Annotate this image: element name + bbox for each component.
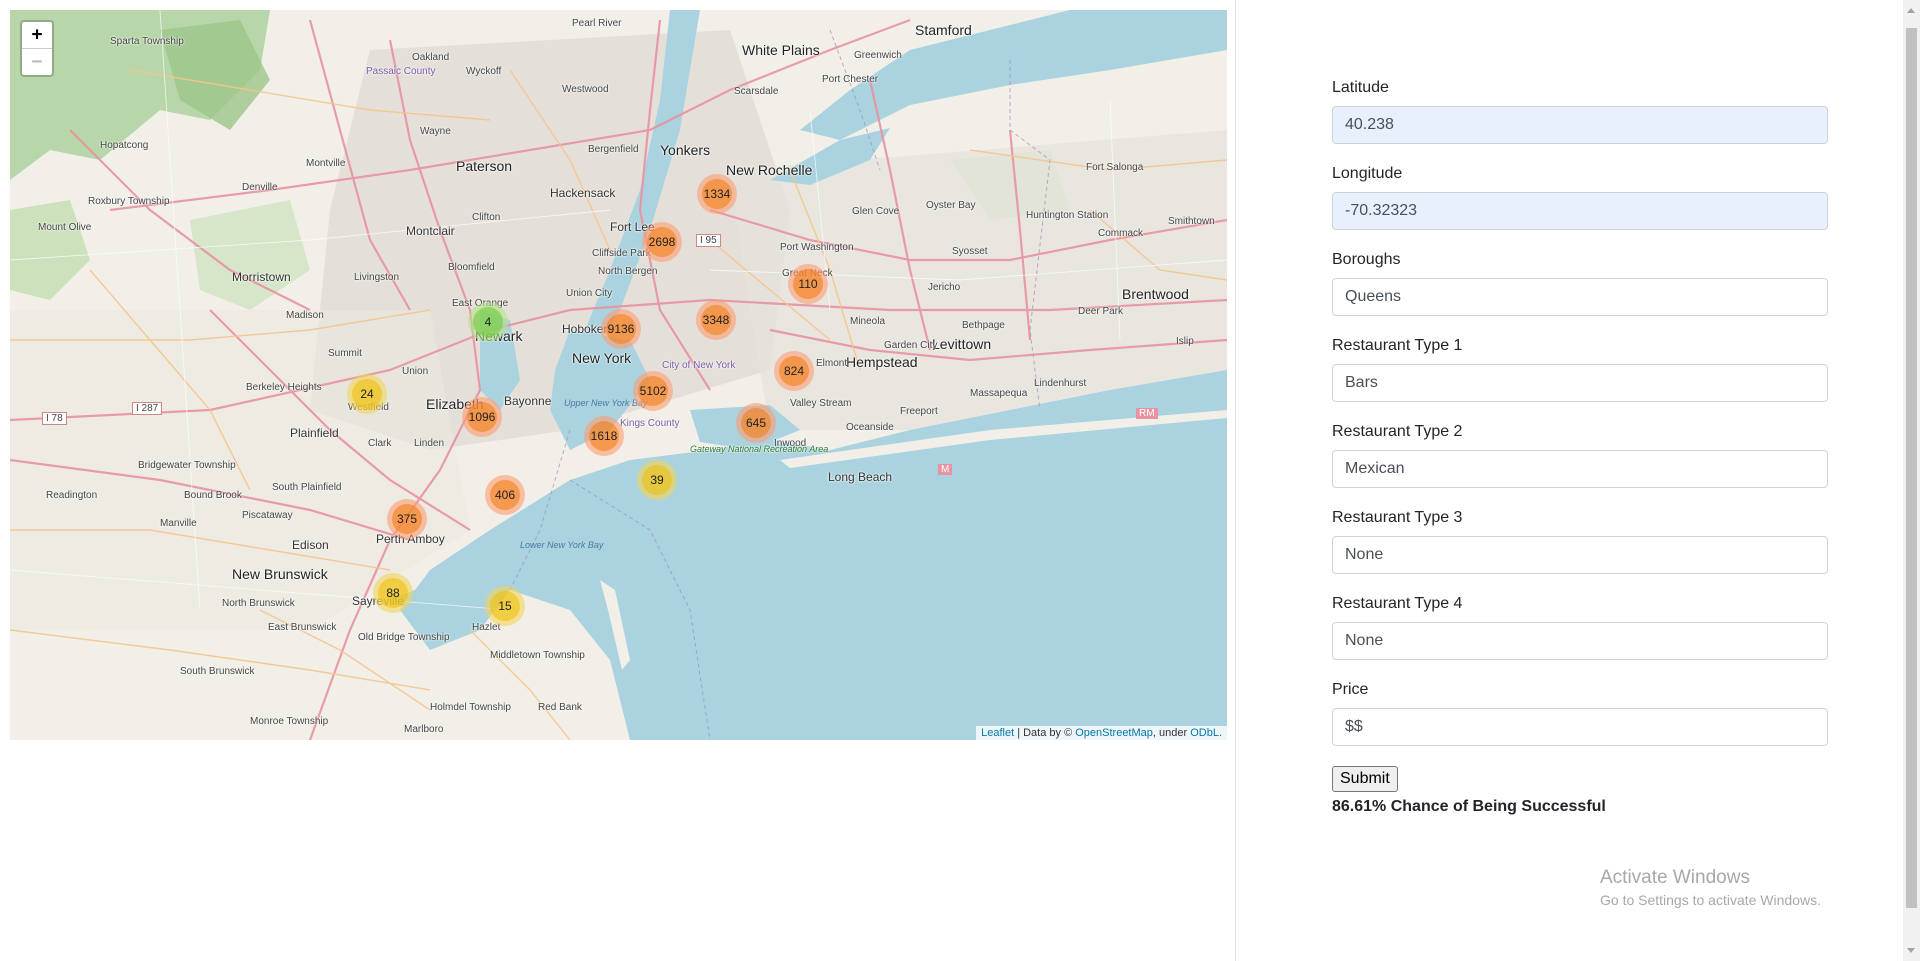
marker-cluster[interactable]: 645 — [736, 403, 776, 443]
price-label: Price — [1332, 681, 1369, 698]
marker-cluster-count: 645 — [741, 408, 771, 438]
marker-cluster-count: 1096 — [467, 402, 497, 432]
restaurant-type-4-input[interactable] — [1332, 622, 1828, 660]
restaurant-type-1-label: Restaurant Type 1 — [1332, 337, 1463, 354]
marker-cluster-count: 3348 — [701, 305, 731, 335]
marker-cluster-count: 9136 — [606, 314, 636, 344]
restaurant-type-4-field: Restaurant Type 4 — [1332, 594, 1828, 680]
price-field: Price — [1332, 680, 1828, 766]
attribution-data-by: | Data by © — [1017, 727, 1073, 739]
longitude-input[interactable] — [1332, 192, 1828, 230]
marker-cluster-count: 824 — [779, 356, 809, 386]
marker-cluster[interactable]: 3348 — [696, 300, 736, 340]
marker-cluster[interactable]: 39 — [637, 460, 677, 500]
zoom-control: + − — [20, 20, 54, 77]
restaurant-type-2-input[interactable] — [1332, 450, 1828, 488]
marker-cluster-count: 406 — [490, 480, 520, 510]
latitude-field: Latitude — [1332, 78, 1828, 164]
watermark-title: Activate Windows — [1600, 867, 1750, 888]
marker-cluster-count: 88 — [378, 578, 408, 608]
boroughs-label: Boroughs — [1332, 251, 1401, 268]
marker-cluster[interactable]: 406 — [485, 475, 525, 515]
restaurant-type-1-field: Restaurant Type 1 — [1332, 336, 1828, 422]
restaurant-type-2-field: Restaurant Type 2 — [1332, 422, 1828, 508]
leaflet-link[interactable]: Leaflet — [981, 727, 1014, 739]
watermark-subtitle: Go to Settings to activate Windows. — [1600, 892, 1821, 908]
page-scrollbar[interactable] — [1903, 0, 1920, 961]
marker-cluster-count: 15 — [490, 591, 520, 621]
marker-cluster-count: 39 — [642, 465, 672, 495]
marker-cluster[interactable]: 1618 — [584, 416, 624, 456]
marker-cluster[interactable]: 5102 — [633, 371, 673, 411]
marker-cluster[interactable]: 1334 — [697, 174, 737, 214]
marker-cluster-count: 24 — [352, 379, 382, 409]
marker-cluster[interactable]: 15 — [485, 586, 525, 626]
restaurant-type-2-label: Restaurant Type 2 — [1332, 423, 1463, 440]
map-tiles — [10, 10, 1227, 740]
marker-cluster[interactable]: 824 — [774, 351, 814, 391]
osm-link[interactable]: OpenStreetMap — [1075, 727, 1153, 739]
submit-button[interactable]: Submit — [1332, 766, 1398, 792]
boroughs-field: Boroughs — [1332, 250, 1828, 336]
activate-windows-watermark: Activate Windows Go to Settings to activ… — [1600, 867, 1821, 908]
restaurant-type-4-label: Restaurant Type 4 — [1332, 595, 1463, 612]
marker-cluster-count: 375 — [392, 504, 422, 534]
prediction-result: 86.61% Chance of Being Successful — [1332, 798, 1606, 815]
scroll-up-arrow-icon[interactable] — [1907, 8, 1915, 13]
map-attribution: Leaflet | Data by © OpenStreetMap, under… — [976, 726, 1227, 740]
restaurant-type-3-label: Restaurant Type 3 — [1332, 509, 1463, 526]
marker-cluster-count: 1334 — [702, 179, 732, 209]
longitude-label: Longitude — [1332, 165, 1403, 182]
page: Stamford White Plains Yonkers New Rochel… — [0, 0, 1920, 961]
latitude-label: Latitude — [1332, 79, 1389, 96]
marker-cluster-count: 5102 — [638, 376, 668, 406]
scroll-down-arrow-icon[interactable] — [1907, 948, 1915, 953]
attribution-under: , under — [1152, 727, 1188, 739]
marker-cluster[interactable]: 1096 — [462, 397, 502, 437]
marker-cluster[interactable]: 9136 — [601, 309, 641, 349]
zoom-in-button[interactable]: + — [22, 22, 52, 48]
zoom-out-button[interactable]: − — [22, 48, 52, 75]
boroughs-input[interactable] — [1332, 278, 1828, 316]
price-input[interactable] — [1332, 708, 1828, 746]
latitude-input[interactable] — [1332, 106, 1828, 144]
marker-cluster[interactable]: 375 — [387, 499, 427, 539]
marker-cluster-count: 2698 — [647, 227, 677, 257]
marker-cluster[interactable]: 88 — [373, 573, 413, 613]
restaurant-map[interactable]: Stamford White Plains Yonkers New Rochel… — [10, 10, 1227, 740]
marker-cluster-count: 1618 — [589, 421, 619, 451]
scrollbar-thumb[interactable] — [1906, 28, 1917, 908]
marker-cluster-count: 4 — [473, 307, 503, 337]
restaurant-type-1-input[interactable] — [1332, 364, 1828, 402]
longitude-field: Longitude — [1332, 164, 1828, 250]
restaurant-type-3-field: Restaurant Type 3 — [1332, 508, 1828, 594]
restaurant-type-3-input[interactable] — [1332, 536, 1828, 574]
marker-cluster[interactable]: 2698 — [642, 222, 682, 262]
map-panel: Stamford White Plains Yonkers New Rochel… — [0, 0, 1236, 961]
prediction-form: Latitude Longitude Boroughs Restaurant T… — [1332, 78, 1828, 816]
odbl-link[interactable]: ODbL. — [1190, 727, 1222, 739]
marker-cluster-count: 110 — [793, 269, 823, 299]
marker-cluster[interactable]: 110 — [788, 264, 828, 304]
marker-cluster[interactable]: 4 — [468, 302, 508, 342]
marker-cluster[interactable]: 24 — [347, 374, 387, 414]
